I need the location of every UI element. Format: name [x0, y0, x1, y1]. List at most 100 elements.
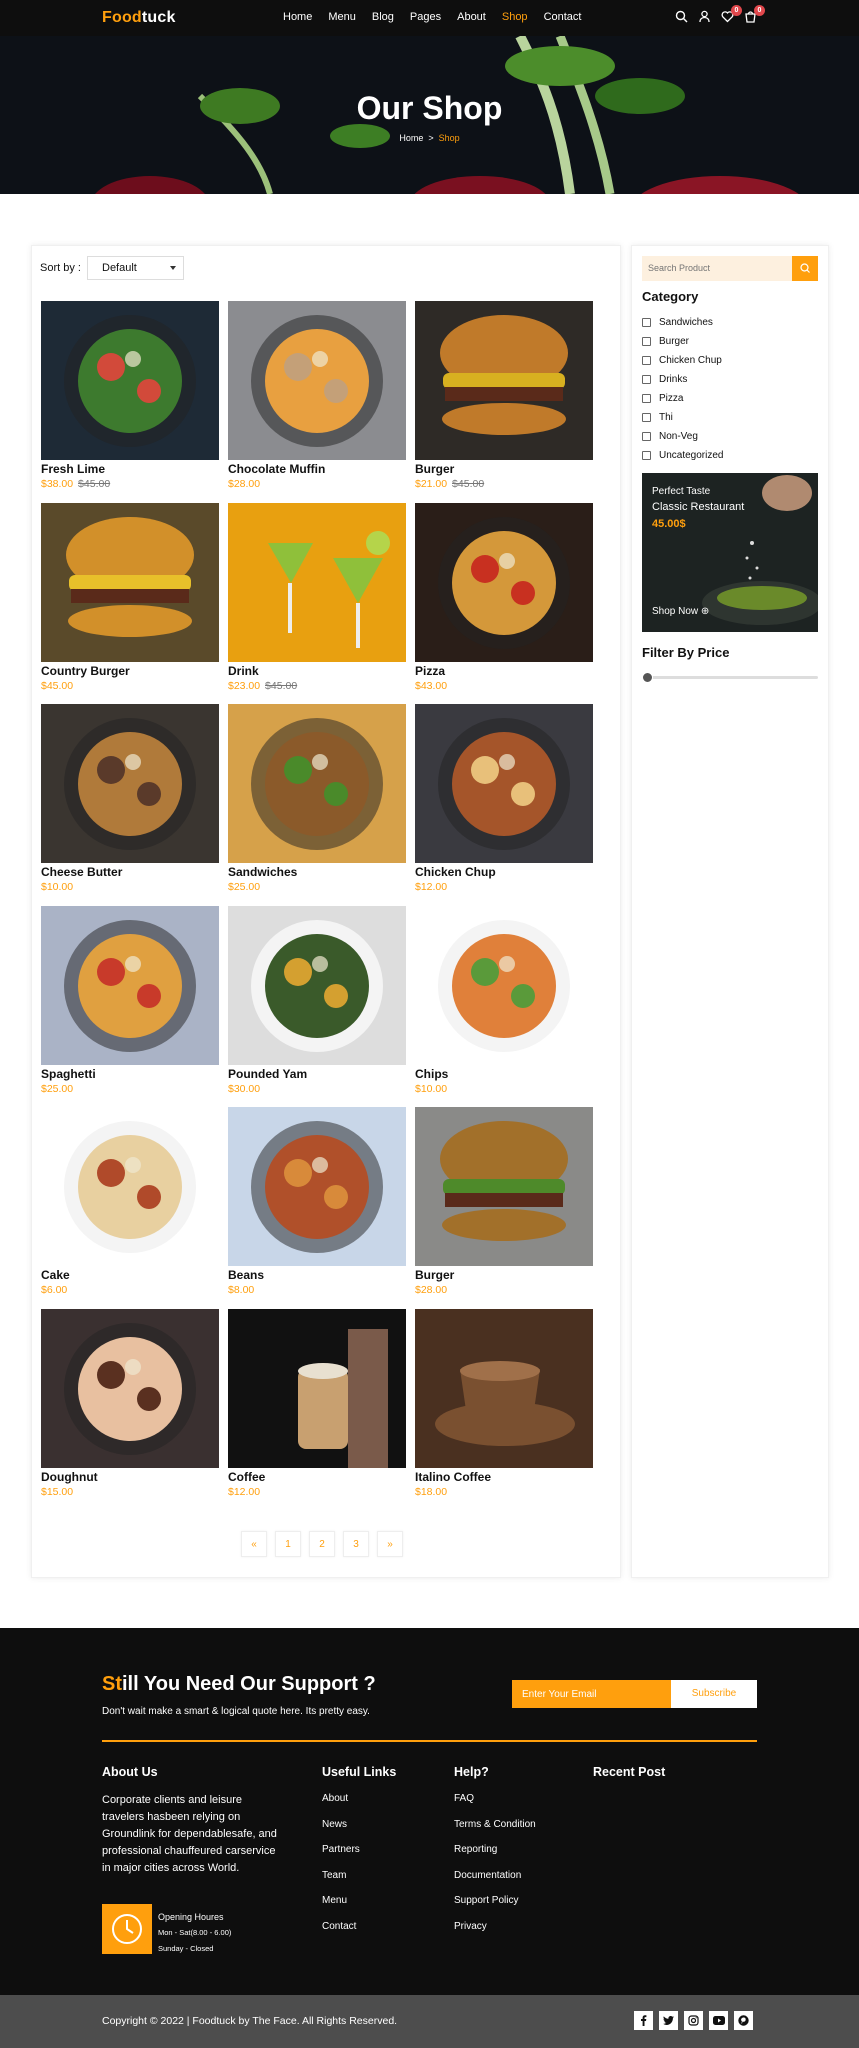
product-card[interactable]: Spaghetti $25.00 [41, 906, 219, 1095]
product-name[interactable]: Country Burger [41, 664, 219, 678]
footer-link[interactable]: Support Policy [454, 1895, 536, 1921]
product-card[interactable]: Country Burger $45.00 [41, 503, 219, 692]
product-name[interactable]: Sandwiches [228, 865, 406, 879]
subscribe-button[interactable]: Subscribe [671, 1680, 757, 1708]
product-image[interactable] [415, 906, 593, 1065]
product-image[interactable] [415, 301, 593, 460]
footer-link[interactable]: Partners [322, 1844, 360, 1870]
category-item[interactable]: Sandwiches [642, 313, 723, 332]
nav-blog[interactable]: Blog [372, 11, 394, 23]
search-button[interactable] [792, 256, 818, 281]
price-slider-handle[interactable] [642, 672, 653, 683]
product-name[interactable]: Burger [415, 462, 593, 476]
product-image[interactable] [41, 906, 219, 1065]
cart-icon[interactable]: 0 [744, 5, 765, 23]
product-name[interactable]: Cheese Butter [41, 865, 219, 879]
checkbox[interactable] [642, 451, 651, 460]
footer-link[interactable]: Contact [322, 1921, 360, 1947]
product-image[interactable] [415, 704, 593, 863]
checkbox[interactable] [642, 356, 651, 365]
email-field[interactable]: Enter Your Email [512, 1680, 671, 1708]
product-image[interactable] [41, 301, 219, 460]
product-name[interactable]: Pounded Yam [228, 1067, 406, 1081]
pinterest-icon[interactable] [734, 2011, 753, 2030]
product-name[interactable]: Pizza [415, 664, 593, 678]
pagination-next[interactable]: » [377, 1531, 403, 1557]
product-name[interactable]: Beans [228, 1268, 406, 1282]
instagram-icon[interactable] [684, 2011, 703, 2030]
search-icon[interactable] [675, 10, 688, 23]
category-item[interactable]: Burger [642, 332, 723, 351]
footer-link[interactable]: Privacy [454, 1921, 536, 1947]
checkbox[interactable] [642, 432, 651, 441]
product-name[interactable]: Chips [415, 1067, 593, 1081]
pagination-page-2[interactable]: 2 [309, 1531, 335, 1557]
product-card[interactable]: Burger $21.00 $45.00 [415, 301, 593, 490]
product-image[interactable] [41, 1107, 219, 1266]
footer-link[interactable]: Menu [322, 1895, 360, 1921]
product-image[interactable] [228, 503, 406, 662]
product-card[interactable]: Beans $8.00 [228, 1107, 406, 1296]
price-slider-track[interactable] [642, 676, 818, 679]
product-name[interactable]: Italino Coffee [415, 1470, 593, 1484]
product-image[interactable] [228, 301, 406, 460]
product-image[interactable] [228, 704, 406, 863]
product-image[interactable] [228, 1107, 406, 1266]
product-card[interactable]: Sandwiches $25.00 [228, 704, 406, 893]
nav-about[interactable]: About [457, 11, 486, 23]
product-card[interactable]: Chips $10.00 [415, 906, 593, 1095]
category-item[interactable]: Uncategorized [642, 446, 723, 465]
category-item[interactable]: Pizza [642, 389, 723, 408]
user-icon[interactable] [698, 10, 711, 23]
sort-select[interactable]: Default [87, 256, 184, 280]
category-item[interactable]: Non-Veg [642, 427, 723, 446]
product-name[interactable]: Burger [415, 1268, 593, 1282]
logo[interactable]: Foodtuck [102, 9, 176, 27]
product-name[interactable]: Coffee [228, 1470, 406, 1484]
facebook-icon[interactable] [634, 2011, 653, 2030]
product-image[interactable] [415, 1309, 593, 1468]
product-image[interactable] [228, 1309, 406, 1468]
category-item[interactable]: Chicken Chup [642, 351, 723, 370]
product-card[interactable]: Italino Coffee $18.00 [415, 1309, 593, 1498]
youtube-icon[interactable] [709, 2011, 728, 2030]
product-card[interactable]: Pizza $43.00 [415, 503, 593, 692]
nav-contact[interactable]: Contact [544, 11, 582, 23]
nav-shop[interactable]: Shop [502, 11, 528, 23]
product-card[interactable]: Chicken Chup $12.00 [415, 704, 593, 893]
promo-banner[interactable]: Perfect Taste Classic Restaurant 45.00$ … [642, 473, 818, 632]
category-item[interactable]: Thi [642, 408, 723, 427]
product-card[interactable]: Doughnut $15.00 [41, 1309, 219, 1498]
product-card[interactable]: Fresh Lime $38.00 $45.00 [41, 301, 219, 490]
product-image[interactable] [41, 503, 219, 662]
product-name[interactable]: Chocolate Muffin [228, 462, 406, 476]
product-card[interactable]: Pounded Yam $30.00 [228, 906, 406, 1095]
product-name[interactable]: Spaghetti [41, 1067, 219, 1081]
checkbox[interactable] [642, 394, 651, 403]
checkbox[interactable] [642, 413, 651, 422]
product-card[interactable]: Chocolate Muffin $28.00 [228, 301, 406, 490]
footer-link[interactable]: About [322, 1793, 360, 1819]
search-input[interactable] [642, 256, 792, 280]
footer-link[interactable]: News [322, 1819, 360, 1845]
product-image[interactable] [228, 906, 406, 1065]
twitter-icon[interactable] [659, 2011, 678, 2030]
footer-link[interactable]: Documentation [454, 1870, 536, 1896]
product-image[interactable] [415, 503, 593, 662]
nav-menu[interactable]: Menu [328, 11, 356, 23]
promo-cta[interactable]: Shop Now ⊕ [652, 606, 709, 617]
product-name[interactable]: Drink [228, 664, 406, 678]
product-name[interactable]: Fresh Lime [41, 462, 219, 476]
product-card[interactable]: Coffee $12.00 [228, 1309, 406, 1498]
product-image[interactable] [415, 1107, 593, 1266]
product-card[interactable]: Cake $6.00 [41, 1107, 219, 1296]
category-item[interactable]: Drinks [642, 370, 723, 389]
product-name[interactable]: Cake [41, 1268, 219, 1282]
nav-pages[interactable]: Pages [410, 11, 441, 23]
product-card[interactable]: Drink $23.00 $45.00 [228, 503, 406, 692]
pagination-page-1[interactable]: 1 [275, 1531, 301, 1557]
nav-home[interactable]: Home [283, 11, 312, 23]
footer-link[interactable]: Team [322, 1870, 360, 1896]
checkbox[interactable] [642, 318, 651, 327]
product-name[interactable]: Doughnut [41, 1470, 219, 1484]
